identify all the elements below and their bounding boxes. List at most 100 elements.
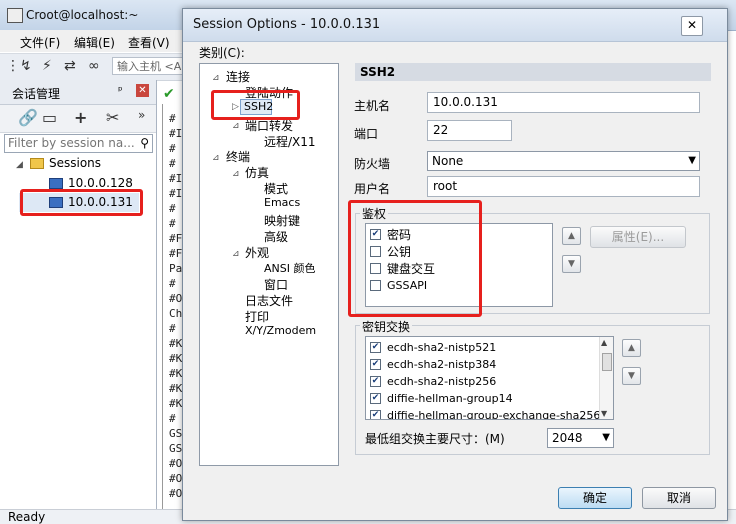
terminal-line: #K [169,367,183,380]
terminal-line: #F [169,247,183,260]
computer-icon [49,178,63,189]
terminal-line: Ch [169,307,183,320]
checkbox[interactable] [370,263,381,274]
scroll-thumb[interactable] [602,353,612,371]
section-header: SSH2 [355,63,711,81]
terminal-line: #I [169,127,183,140]
terminal-line: GS [169,442,183,455]
quick-connect-icon[interactable]: ⋮ [6,58,20,74]
kex-scrollbar[interactable]: ▲ ▼ [599,337,613,419]
tree-toggle-icon[interactable]: ⊿ [232,249,240,259]
tree-item-mapped-keys[interactable]: 映射键 [264,212,300,229]
tree-item-logon-actions[interactable]: 登陆动作 [245,84,293,101]
menu-view[interactable]: 查看(V) [128,34,170,51]
status-text: Ready [8,510,46,524]
auth-list[interactable]: ✔ 密码 公钥 键盘交互 GSSAPI [365,223,553,307]
link-icon[interactable]: ∞ [88,58,100,74]
tree-item-ansi-color[interactable]: ANSI 颜色 [264,260,315,276]
tree-toggle-icon[interactable]: ⊿ [212,153,220,163]
properties-button[interactable]: 属性(E)... [590,226,686,248]
dropdown-icon[interactable]: ▼ [688,152,696,170]
menu-edit[interactable]: 编辑(E) [74,34,115,51]
tree-item-port-forwarding[interactable]: 端口转发 [245,117,293,134]
tree-item-emacs[interactable]: Emacs [264,196,300,209]
search-icon[interactable]: ⚲ [140,136,149,150]
properties-icon[interactable]: ▭ [42,108,57,127]
tree-toggle-icon[interactable]: ⊿ [232,121,240,131]
tree-item-printing[interactable]: 打印 [245,308,269,325]
tree-toggle-icon[interactable]: ◢ [16,160,23,170]
ok-button[interactable]: 确定 [558,487,632,509]
tree-item-modes[interactable]: 模式 [264,180,288,197]
tree-item-remote-x11[interactable]: 远程/X11 [264,133,316,150]
session-filter[interactable]: ⚲ [4,134,153,153]
arrow-down-icon[interactable]: ▼ [622,367,641,385]
kex-item-label: ecdh-sha2-nistp384 [387,358,497,371]
tree-toggle-icon[interactable]: ⊿ [232,169,240,179]
min-group-value: 2048 [552,431,583,445]
arrow-down-icon[interactable]: ▼ [562,255,581,273]
sessions-root[interactable]: Sessions [49,156,101,170]
checkbox[interactable]: ✔ [370,410,381,419]
session-item[interactable]: 10.0.0.128 [68,176,133,190]
tree-toggle-icon[interactable]: ⊿ [212,73,220,83]
session-item-selected[interactable]: 10.0.0.131 [68,195,133,209]
dropdown-icon[interactable]: ▼ [602,429,610,447]
terminal-line: # [169,322,176,335]
firewall-label: 防火墙 [354,157,391,171]
firewall-select[interactable]: None ▼ [427,151,700,171]
lightning-icon[interactable]: ⚡ [42,58,52,74]
tree-item-connection[interactable]: 连接 [226,68,250,85]
check-icon: ✔ [163,86,175,102]
min-group-select[interactable]: 2048 ▼ [547,428,614,448]
checkbox[interactable]: ✔ [370,342,381,353]
port-input[interactable]: 22 [427,120,512,141]
tree-item-terminal[interactable]: 终端 [226,148,250,165]
tree-item-ssh2[interactable]: SSH2 [244,100,273,113]
more-icon[interactable]: » [138,108,145,122]
cut-icon[interactable]: ✂ [106,108,119,127]
port-label: 端口 [354,127,379,141]
address-input[interactable]: 输入主机 <A [112,57,186,75]
terminal-line: #K [169,352,183,365]
app-icon [7,8,23,23]
checkbox[interactable] [370,280,381,291]
checkbox[interactable]: ✔ [370,229,381,240]
terminal-line: #O [169,487,183,500]
add-icon[interactable]: + [74,108,87,127]
username-input[interactable]: root [427,176,700,197]
computer-icon [49,197,63,208]
cancel-button[interactable]: 取消 [642,487,716,509]
tree-item-appearance[interactable]: 外观 [245,244,269,261]
checkbox[interactable]: ✔ [370,359,381,370]
terminal-line: # [169,112,176,125]
checkbox[interactable] [370,246,381,257]
scroll-down-icon[interactable]: ▼ [601,409,607,418]
arrow-up-icon[interactable]: ▲ [562,227,581,245]
link-icon[interactable]: 🔗 [18,108,38,127]
session-toolbar: 🔗 ▭ + ✂ » [0,105,156,133]
tree-item-advanced[interactable]: 高级 [264,228,288,245]
tree-toggle-icon[interactable]: ▷ [232,102,239,112]
checkbox[interactable]: ✔ [370,376,381,387]
arrow-up-icon[interactable]: ▲ [622,339,641,357]
close-icon[interactable]: ✕ [681,16,703,36]
close-icon[interactable]: ✕ [136,84,149,97]
terminal-line: # [169,412,176,425]
session-manager-title: 会话管理 [12,87,61,101]
menu-file[interactable]: 文件(F) [20,34,60,51]
tree-item-window[interactable]: 窗口 [264,276,288,293]
session-filter-input[interactable] [5,135,139,151]
terminal-line: # [169,142,176,155]
tree-item-log-file[interactable]: 日志文件 [245,292,293,309]
reconnect-icon[interactable]: ⇄ [64,58,76,74]
pin-icon[interactable]: ᵖ [118,84,123,97]
checkbox[interactable]: ✔ [370,393,381,404]
hostname-input[interactable]: 10.0.0.131 [427,92,700,113]
scroll-up-icon[interactable]: ▲ [601,338,607,347]
tree-item-xyzmodem[interactable]: X/Y/Zmodem [245,324,316,337]
kex-list[interactable]: ✔ ecdh-sha2-nistp521 ✔ ecdh-sha2-nistp38… [365,336,614,420]
connect-icon[interactable]: ↯ [20,58,32,74]
tree-item-emulation[interactable]: 仿真 [245,164,269,181]
dialog-titlebar: Session Options - 10.0.0.131 [183,9,727,42]
